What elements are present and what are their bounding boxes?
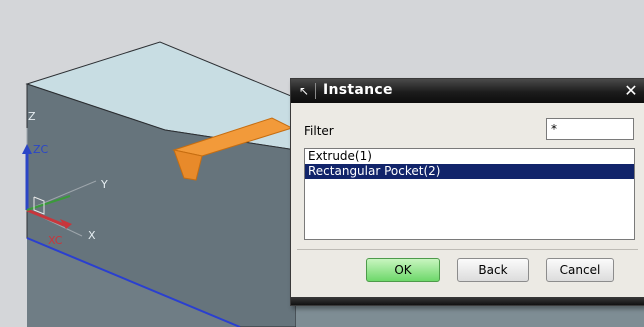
axis-label-zc: ZC [33, 143, 49, 156]
axis-label-xc: XC [48, 234, 63, 247]
ok-button[interactable]: OK [366, 258, 440, 282]
instance-list[interactable]: Extrude(1) Rectangular Pocket(2) [304, 148, 635, 240]
back-button[interactable]: Back [457, 258, 529, 282]
axis-label-y: Y [101, 178, 108, 191]
instance-dialog: ↖ Instance ✕ Filter Extrude(1) Rectangul… [290, 78, 644, 306]
close-icon[interactable]: ✕ [621, 81, 641, 101]
cancel-button[interactable]: Cancel [546, 258, 614, 282]
list-item-rectangular-pocket[interactable]: Rectangular Pocket(2) [305, 164, 634, 179]
list-item-extrude[interactable]: Extrude(1) [305, 149, 634, 164]
axis-label-z: Z [28, 110, 36, 123]
dialog-title: Instance [323, 82, 393, 98]
dialog-bottom-bar [291, 297, 644, 305]
pointer-icon: ↖ [298, 84, 310, 98]
dialog-titlebar[interactable]: ↖ Instance ✕ [291, 79, 644, 103]
button-row-divider [297, 249, 638, 250]
filter-input[interactable] [546, 118, 634, 140]
axis-label-x: X [88, 229, 96, 242]
filter-label: Filter [304, 124, 334, 138]
titlebar-divider [315, 83, 316, 99]
